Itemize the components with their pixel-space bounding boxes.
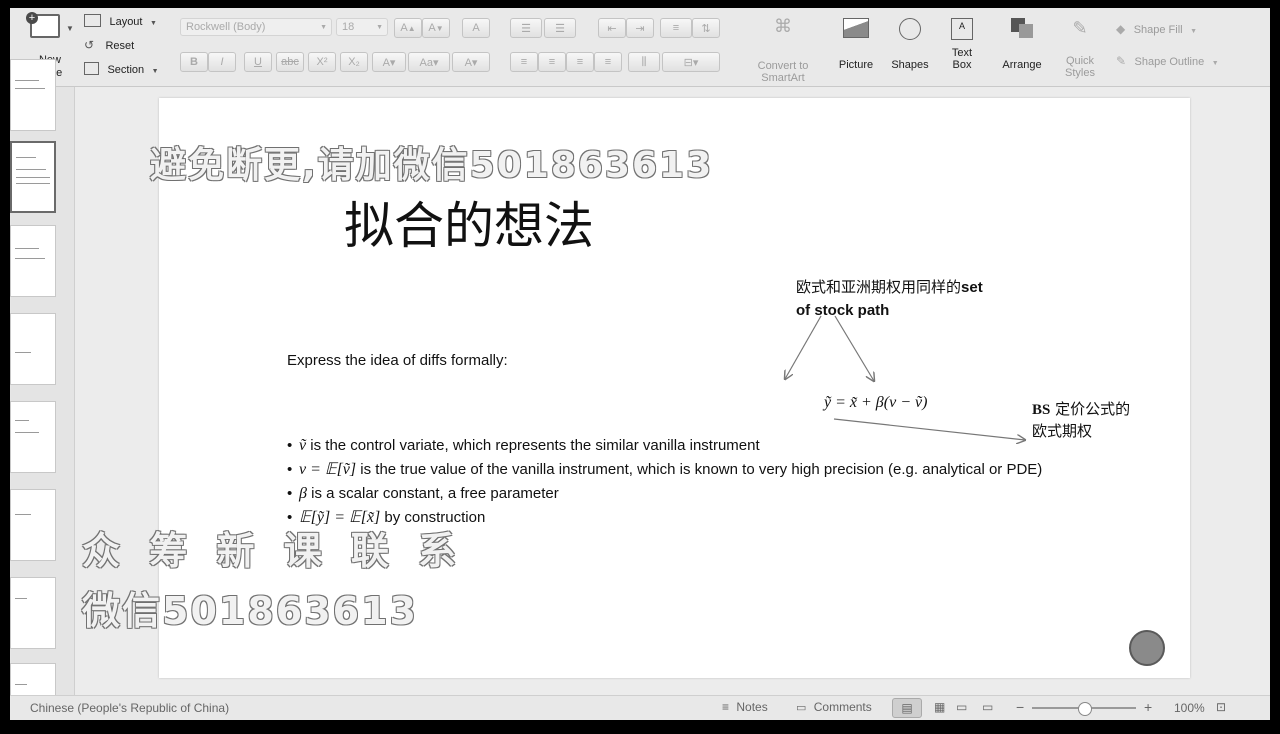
underline-button[interactable]: U [244,52,272,72]
slide-thumbnail[interactable] [10,489,56,561]
slideshow-button[interactable]: ▭ [982,700,993,714]
record-button[interactable] [1129,630,1165,666]
bullet-list[interactable]: ṽ is the control variate, which represen… [287,434,1042,530]
chevron-down-icon: ▼ [320,23,327,31]
italic-button[interactable]: I [208,52,236,72]
section-icon [84,62,99,76]
chevron-down-icon: ▼ [1211,60,1219,67]
pen-icon: ✎ [1116,54,1127,68]
normal-view-button[interactable]: ▤ [892,698,922,718]
columns-button[interactable]: ⫼ [628,52,660,72]
layout-button[interactable]: Layout ▼ [84,12,157,28]
powerpoint-window: + ▼ New Slide Layout ▼ ↺ Reset Section ▼… [10,8,1270,720]
status-bar: Chinese (People's Republic of China) ≡ N… [10,695,1270,720]
shape-outline-button[interactable]: ✎ Shape Outline ▼ [1116,52,1219,68]
notes-icon: ≡ [722,700,730,714]
zoom-in-button[interactable]: + [1144,699,1152,715]
dropdown-arrow-icon: ▼ [66,24,74,33]
control-variate-formula[interactable]: ỹ = x̃ + β(v − ṽ) [824,394,927,412]
align-text-button[interactable]: ⊟▾ [662,52,720,72]
home-ribbon: + ▼ New Slide Layout ▼ ↺ Reset Section ▼… [10,8,1270,87]
watermark-bottom-line1: 众 筹 新 课 联 系 [82,529,465,573]
chevron-down-icon: ▼ [1190,28,1197,35]
font-name-combo[interactable]: Rockwell (Body) ▼ [180,18,332,36]
numbering-button[interactable]: ☰ [544,18,576,38]
section-button[interactable]: Section ▼ [84,60,159,76]
zoom-level[interactable]: 100% [1174,701,1205,715]
zoom-out-button[interactable]: − [1016,699,1024,715]
shapes-button[interactable]: Shapes [886,16,934,82]
text-effects-button[interactable]: A▾ [372,52,406,72]
arrange-icon [1011,18,1033,38]
subscript-button[interactable]: X₂ [340,52,368,72]
slide-thumbnail[interactable] [10,225,56,297]
watermark-top: 避免断更,请加微信501863613 [150,145,714,186]
decrease-indent-button[interactable]: ⇤ [598,18,626,38]
change-case-button[interactable]: Aa▾ [408,52,450,72]
zoom-slider[interactable] [1032,702,1136,716]
smartart-icon: ⌘ [774,16,792,36]
bullet-item: v = 𝔼[ṽ] is the true value of the vanill… [287,458,1042,482]
increase-font-button[interactable]: A ▲ [394,18,422,38]
picture-icon [843,18,869,38]
reset-button[interactable]: ↺ Reset [84,36,134,52]
slide-sorter-button[interactable]: ▦ [934,700,945,714]
quick-styles-button[interactable]: ✎ Quick Styles [1056,16,1104,82]
font-size-combo[interactable]: 18 ▼ [336,18,388,36]
bullet-item: β is a scalar constant, a free parameter [287,482,1042,506]
note-same-stock-path[interactable]: 欧式和亚洲期权用同样的set of stock path [796,276,983,322]
strikethrough-button[interactable]: abc [276,52,304,72]
picture-button[interactable]: Picture [832,16,880,82]
slide-thumbnail[interactable] [10,577,56,649]
layout-icon [84,14,101,28]
increase-indent-button[interactable]: ⇥ [626,18,654,38]
bullets-button[interactable]: ☰ [510,18,542,38]
font-color-button[interactable]: A▾ [452,52,490,72]
reading-view-button[interactable]: ▭ [956,700,967,714]
chevron-down-icon: ▼ [151,68,159,75]
superscript-button[interactable]: X² [308,52,336,72]
slide-thumbnail[interactable] [10,313,56,385]
decrease-font-button[interactable]: A ▼ [422,18,450,38]
shapes-icon [899,18,921,40]
bullet-item: ṽ is the control variate, which represen… [287,434,1042,458]
convert-smartart-button[interactable]: ⌘ Convert to SmartArt [748,16,818,84]
clear-format-button[interactable]: A [462,18,490,38]
bold-button[interactable]: B [180,52,208,72]
slide-title[interactable]: 拟合的想法 [344,186,594,258]
slide-thumbnail[interactable] [10,59,56,131]
slide-thumbnail-current[interactable] [10,141,56,213]
shape-fill-button[interactable]: ◆ Shape Fill ▼ [1116,20,1197,36]
slide-thumbnail[interactable] [10,401,56,473]
arrow-left [785,315,822,379]
text-box-button[interactable]: A Text Box [942,16,982,82]
line-spacing-button[interactable]: ≡ [660,18,692,38]
text-box-icon: A [951,18,973,40]
comment-icon: ▭ [796,702,807,714]
express-heading[interactable]: Express the idea of diffs formally: [287,352,508,369]
align-right-button[interactable]: ≡ [566,52,594,72]
plus-icon: + [26,12,38,24]
align-center-button[interactable]: ≡ [538,52,566,72]
paint-bucket-icon: ◆ [1116,22,1126,36]
reset-icon: ↺ [84,38,95,52]
notes-button[interactable]: ≡ Notes [722,700,768,714]
arrow-right [834,315,874,381]
comments-button[interactable]: ▭ Comments [796,700,872,714]
text-direction-button[interactable]: ⇅ [692,18,720,38]
chevron-down-icon: ▼ [149,20,157,27]
zoom-slider-thumb[interactable] [1078,702,1092,716]
watermark-bottom-line2: 微信501863613 [82,589,418,633]
align-left-button[interactable]: ≡ [510,52,538,72]
language-status[interactable]: Chinese (People's Republic of China) [30,701,229,715]
justify-button[interactable]: ≡ [594,52,622,72]
quick-styles-icon: ✎ [1072,18,1088,38]
note-bs-pricing[interactable]: BS 定价公式的 欧式期权 [1032,399,1130,442]
slide-thumbnail-pane [10,59,75,720]
fit-to-window-button[interactable]: ⊡ [1216,700,1226,714]
chevron-down-icon: ▼ [376,23,383,31]
arrange-button[interactable]: Arrange [994,16,1050,82]
